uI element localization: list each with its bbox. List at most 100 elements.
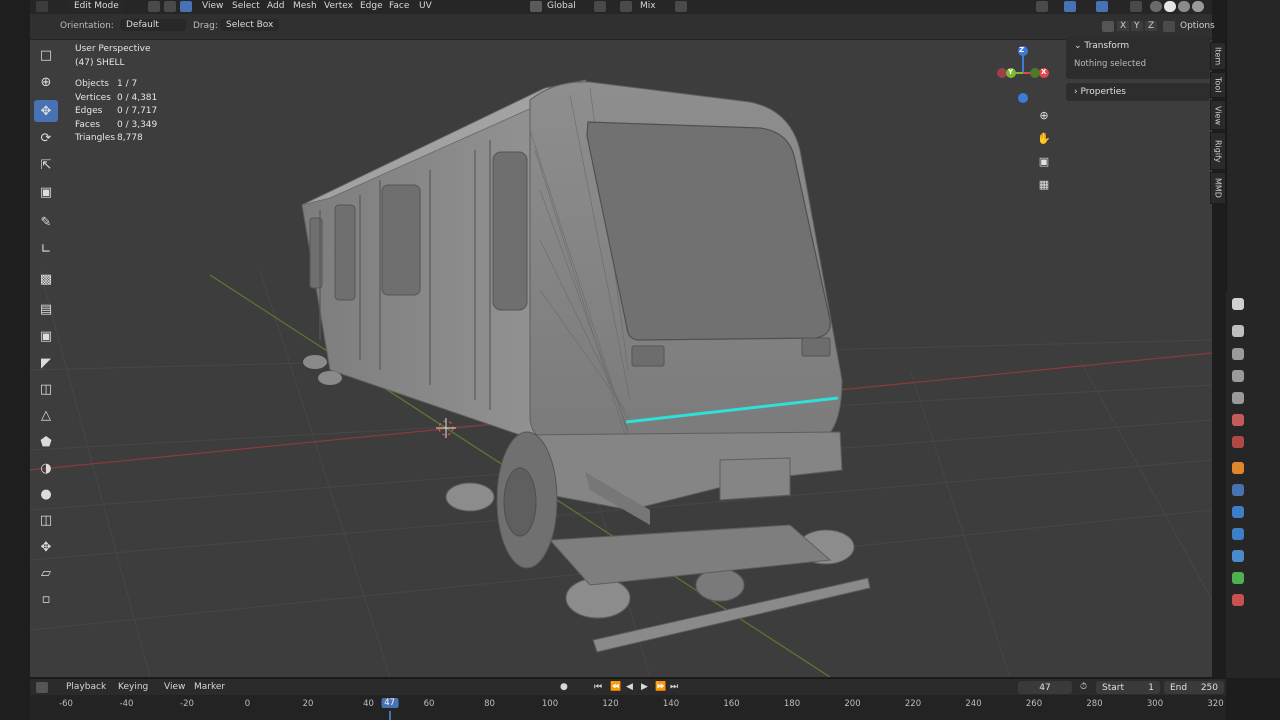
shrink-fatten-tool-icon[interactable]: ✥ xyxy=(34,536,58,558)
mode-dropdown[interactable]: Edit Mode xyxy=(68,0,125,12)
gizmo-toggle-icon[interactable] xyxy=(1064,1,1076,12)
rotate-tool-icon[interactable]: ⟳ xyxy=(34,127,58,149)
zoom-icon[interactable]: ⊕ xyxy=(1035,106,1053,124)
start-frame-field[interactable]: Start 1 xyxy=(1096,681,1160,694)
tab-view[interactable]: View xyxy=(1210,100,1226,130)
cursor-tool-icon[interactable]: ⊕ xyxy=(34,71,58,93)
auto-merge-icon[interactable] xyxy=(1163,21,1175,32)
menu-vertex[interactable]: Vertex xyxy=(324,1,353,11)
mirror-z-toggle[interactable]: Z xyxy=(1145,21,1158,31)
knife-tool-icon[interactable]: △ xyxy=(34,404,58,426)
gizmo-z-label[interactable]: Z xyxy=(1019,46,1024,54)
face-select-icon[interactable] xyxy=(180,1,192,12)
jump-start-icon[interactable]: ⏮ xyxy=(594,682,602,692)
editor-type-icon[interactable] xyxy=(36,1,48,12)
spin-tool-icon[interactable]: ◑ xyxy=(34,457,58,479)
inset-tool-icon[interactable]: ▣ xyxy=(34,325,58,347)
tool-properties-icon[interactable] xyxy=(1232,298,1244,310)
scale-tool-icon[interactable]: ⇱ xyxy=(34,154,58,176)
edge-slide-tool-icon[interactable]: ◫ xyxy=(34,509,58,531)
menu-face[interactable]: Face xyxy=(389,1,409,11)
play-icon[interactable]: ▶ xyxy=(641,682,648,692)
material-shading-icon[interactable] xyxy=(1178,1,1190,12)
menu-keying[interactable]: Keying xyxy=(118,682,148,692)
transform-orientation-dropdown[interactable]: Global xyxy=(547,1,576,11)
move-tool-icon[interactable]: ✥ xyxy=(34,100,58,122)
vertex-select-icon[interactable] xyxy=(148,1,160,12)
auto-key-icon[interactable]: ● xyxy=(560,682,568,692)
particles-icon[interactable] xyxy=(1232,506,1244,518)
solid-shading-icon[interactable] xyxy=(1164,1,1176,12)
pivot-point-icon[interactable] xyxy=(594,1,606,12)
xray-toggle-icon[interactable] xyxy=(1130,1,1142,12)
timeline-editor-icon[interactable] xyxy=(36,682,48,693)
playhead-line[interactable] xyxy=(388,711,391,720)
orientation-dropdown[interactable]: Default xyxy=(120,19,186,31)
proportional-edit-icon[interactable] xyxy=(675,1,687,12)
menu-mesh[interactable]: Mesh xyxy=(293,1,317,11)
wrench-settings-icon[interactable] xyxy=(1232,325,1244,337)
menu-add[interactable]: Add xyxy=(267,1,284,11)
poly-build-tool-icon[interactable]: ⬟ xyxy=(34,431,58,453)
menu-marker[interactable]: Marker xyxy=(194,682,225,692)
object-properties-icon[interactable] xyxy=(1232,462,1244,474)
physics-icon[interactable] xyxy=(1232,528,1244,540)
add-cube-tool-icon[interactable]: ▩ xyxy=(34,268,58,290)
jump-keyframe-back-icon[interactable]: ⏪ xyxy=(610,682,621,692)
menu-playback[interactable]: Playback xyxy=(66,682,106,692)
mirror-y-toggle[interactable]: Y xyxy=(1131,21,1143,31)
mirror-x-toggle[interactable]: X xyxy=(1117,21,1130,31)
smooth-tool-icon[interactable]: ● xyxy=(34,483,58,505)
snap-icon[interactable] xyxy=(620,1,632,12)
transform-panel[interactable]: ⌄ Transform Nothing selected xyxy=(1066,37,1210,79)
extrude-tool-icon[interactable]: ▤ xyxy=(34,298,58,320)
gizmo-x-label[interactable]: X xyxy=(1041,68,1046,76)
rendered-shading-icon[interactable] xyxy=(1192,1,1204,12)
end-frame-field[interactable]: End 250 xyxy=(1164,681,1224,694)
menu-uv[interactable]: UV xyxy=(419,1,432,11)
scene-properties-icon[interactable] xyxy=(1232,414,1244,426)
jump-end-icon[interactable]: ⏭ xyxy=(670,682,678,692)
tab-tool[interactable]: Tool xyxy=(1210,72,1226,98)
play-reverse-icon[interactable]: ◀ xyxy=(626,682,633,692)
tab-rigify[interactable]: Rigify xyxy=(1210,132,1226,170)
stopwatch-icon[interactable]: ⏱ xyxy=(1080,682,1087,692)
measure-tool-icon[interactable]: ∟ xyxy=(34,238,58,260)
perspective-grid-icon[interactable]: ▦ xyxy=(1035,175,1053,193)
transform-tool-icon[interactable]: ▣ xyxy=(34,181,58,203)
proportional-mix-dropdown[interactable]: Mix xyxy=(640,1,656,11)
edge-select-icon[interactable] xyxy=(164,1,176,12)
camera-view-icon[interactable]: ▣ xyxy=(1035,152,1053,170)
bevel-tool-icon[interactable]: ◤ xyxy=(34,352,58,374)
pan-hand-icon[interactable]: ✋ xyxy=(1035,129,1053,147)
tab-mmd[interactable]: MMD xyxy=(1210,172,1226,204)
tab-item[interactable]: Item xyxy=(1210,42,1226,70)
menu-timeline-view[interactable]: View xyxy=(164,682,185,692)
drag-dropdown[interactable]: Select Box xyxy=(220,19,280,31)
constraints-icon[interactable] xyxy=(1232,550,1244,562)
render-properties-icon[interactable] xyxy=(1232,348,1244,360)
output-properties-icon[interactable] xyxy=(1232,370,1244,382)
modifier-properties-icon[interactable] xyxy=(1232,484,1244,496)
rip-region-tool-icon[interactable]: ▫ xyxy=(34,588,58,610)
visibility-icon[interactable] xyxy=(1036,1,1048,12)
jump-keyframe-forward-icon[interactable]: ⏩ xyxy=(655,682,666,692)
select-box-tool-icon[interactable]: □ xyxy=(34,44,58,66)
current-frame-field[interactable]: 47 xyxy=(1018,681,1072,694)
view-layer-icon[interactable] xyxy=(1232,392,1244,404)
timeline-ruler[interactable]: -60 -40 -20 0 20 40 60 80 100 120 140 160 180 200 220 2… xyxy=(30,695,1226,720)
menu-select[interactable]: Select xyxy=(232,1,260,11)
world-properties-icon[interactable] xyxy=(1232,436,1244,448)
wireframe-shading-icon[interactable] xyxy=(1150,1,1162,12)
shear-tool-icon[interactable]: ▱ xyxy=(34,562,58,584)
menu-view[interactable]: View xyxy=(202,1,223,11)
gizmo-y-label[interactable]: Y xyxy=(1008,68,1013,76)
current-frame-indicator[interactable]: 47 xyxy=(381,698,399,708)
properties-panel[interactable]: › Properties xyxy=(1066,83,1210,101)
mesh-data-icon[interactable] xyxy=(1232,572,1244,584)
annotate-tool-icon[interactable]: ✎ xyxy=(34,211,58,233)
overlays-toggle-icon[interactable] xyxy=(1096,1,1108,12)
menu-edge[interactable]: Edge xyxy=(360,1,383,11)
material-properties-icon[interactable] xyxy=(1232,594,1244,606)
options-dropdown[interactable]: Options xyxy=(1180,21,1215,31)
